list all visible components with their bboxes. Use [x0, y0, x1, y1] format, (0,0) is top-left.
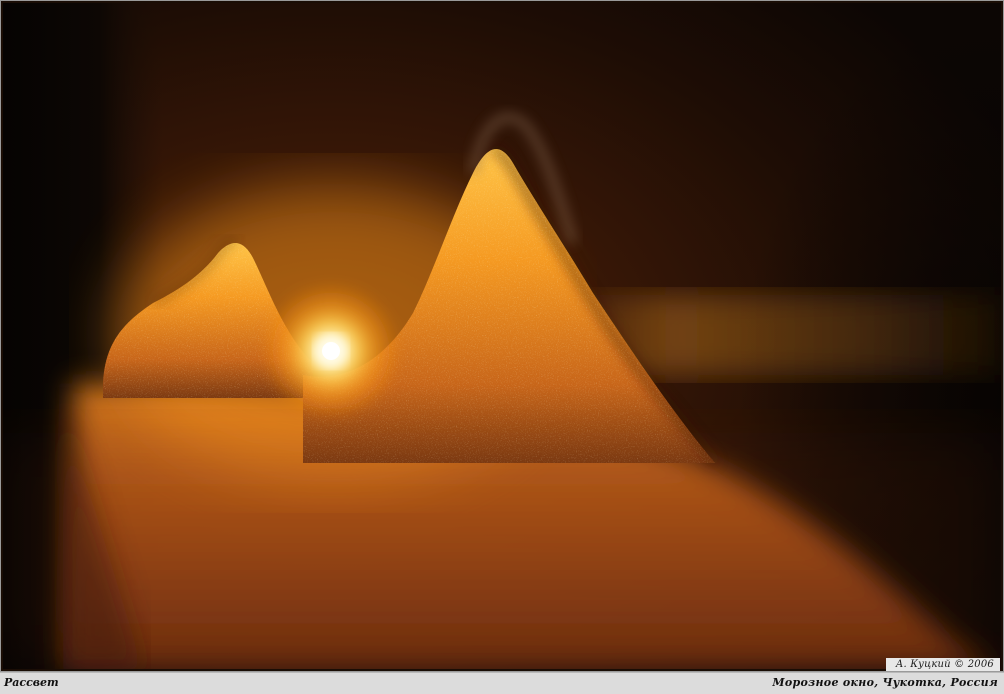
caption-bar: Рассвет Морозное окно, Чукотка, Россия: [0, 672, 1004, 694]
frosted-window-photo: [3, 3, 1001, 669]
photo-caption: Морозное окно, Чукотка, Россия: [772, 676, 998, 689]
photo-title: Рассвет: [4, 676, 59, 689]
photo-frame: А. Куцкий © 2006: [0, 0, 1004, 672]
photo-credit: А. Куцкий © 2006: [885, 658, 1000, 671]
